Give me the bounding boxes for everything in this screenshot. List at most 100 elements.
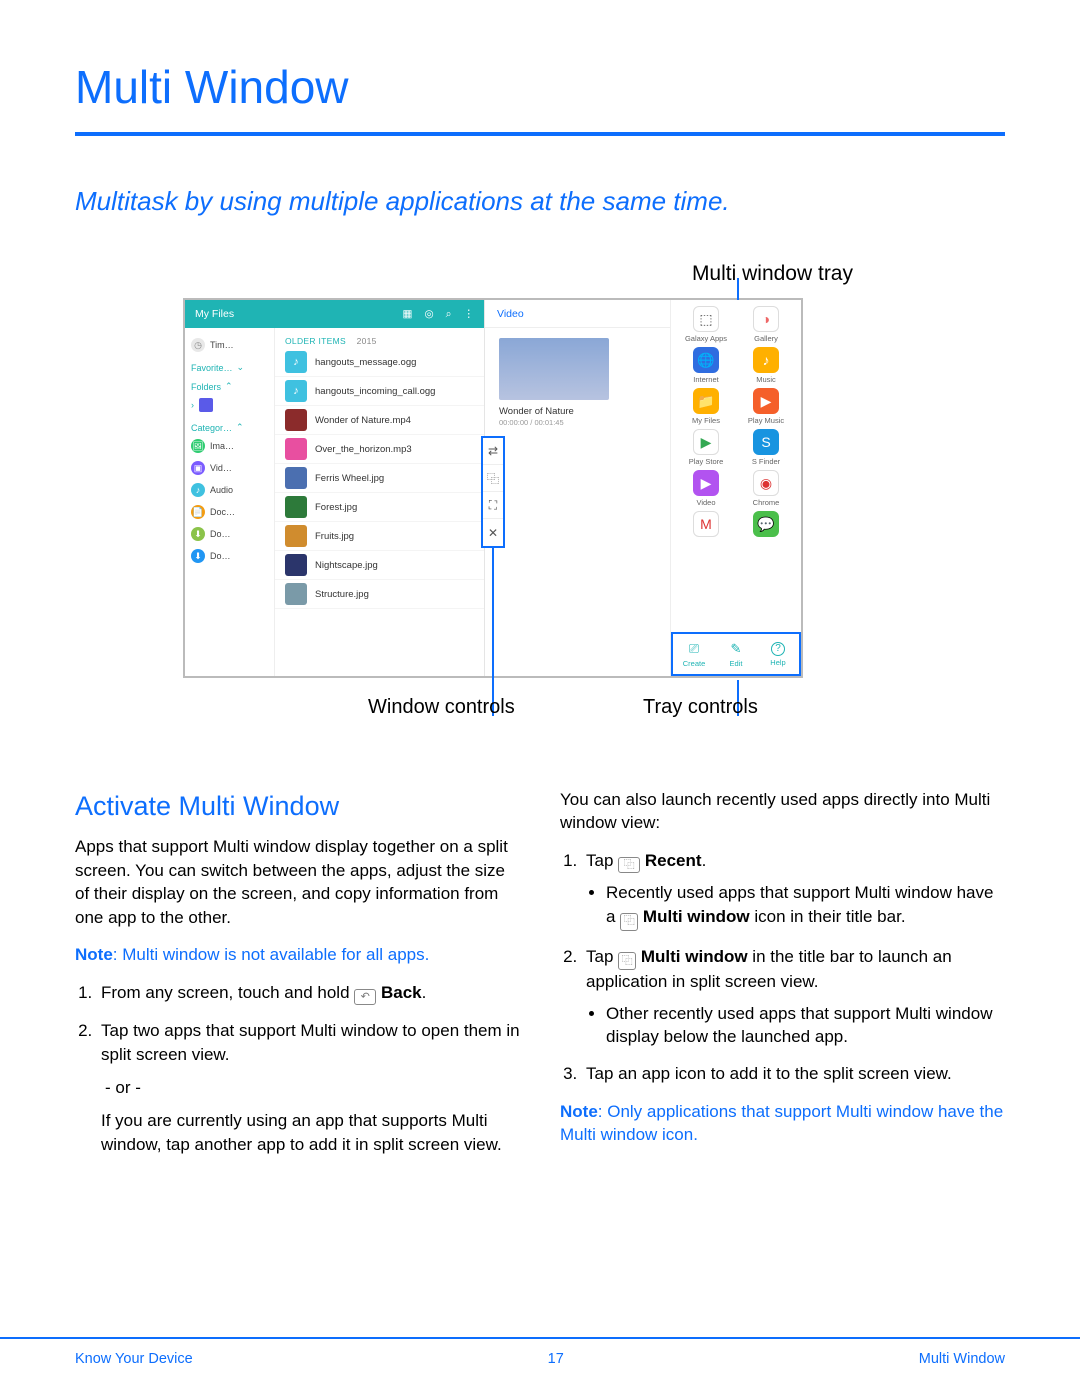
file-row[interactable]: Over_the_horizon.mp3	[275, 435, 484, 464]
myfiles-header-icons: ▦ ◎ ⌕ ⋮	[403, 308, 474, 321]
or-divider: - or -	[101, 1076, 520, 1099]
sidebar-recent-label: Tim…	[210, 340, 234, 350]
help-icon: ?	[771, 642, 785, 656]
footer-page-number: 17	[548, 1351, 564, 1367]
page-footer: Know Your Device 17 Multi Window	[0, 1337, 1080, 1397]
tray-app[interactable]: ♪Music	[737, 347, 795, 384]
file-name: Fruits.jpg	[315, 531, 354, 542]
sidebar-favorites-heading[interactable]: Favorite…⌄	[189, 356, 270, 375]
older-text: OLDER ITEMS	[285, 336, 346, 346]
sidebar-category-label: Doc…	[210, 507, 235, 517]
file-name: Ferris Wheel.jpg	[315, 473, 384, 484]
right-column: You can also launch recently used apps d…	[560, 788, 1005, 1170]
file-name: hangouts_incoming_call.ogg	[315, 386, 435, 397]
app-icon: ▶	[693, 470, 719, 496]
l1-suf: .	[422, 983, 427, 1002]
sidebar-category-item[interactable]: ▣Vid…	[189, 457, 270, 479]
sidebar-category-item[interactable]: ♪Audio	[189, 479, 270, 501]
tray-app[interactable]: 🌐Internet	[677, 347, 735, 384]
file-name: hangouts_message.ogg	[315, 357, 416, 368]
file-row[interactable]: Fruits.jpg	[275, 522, 484, 551]
r1-pre: Tap	[586, 851, 618, 870]
tray-app[interactable]: ▶Play Store	[677, 429, 735, 466]
device-screenshot: My Files ▦ ◎ ⌕ ⋮ ◷ Tim…	[183, 298, 803, 678]
sidebar-folders-heading[interactable]: Folders⌃	[189, 375, 270, 394]
target-icon[interactable]: ◎	[424, 308, 433, 321]
l1-prefix: From any screen, touch and hold	[101, 983, 354, 1002]
file-row[interactable]: ♪hangouts_incoming_call.ogg	[275, 377, 484, 406]
note-1: Note: Multi window is not available for …	[75, 943, 520, 966]
grid-icon[interactable]: ▦	[403, 308, 413, 321]
note-2-label: Note	[560, 1102, 598, 1121]
footer-left: Know Your Device	[75, 1351, 193, 1367]
wc-split-icon[interactable]: ⿻	[483, 465, 503, 492]
tray-help[interactable]: ? Help	[757, 634, 799, 674]
tray-app[interactable]: M	[677, 511, 735, 539]
video-header: Video	[485, 300, 670, 328]
file-row[interactable]: ♪hangouts_message.ogg	[275, 348, 484, 377]
r1b-b: icon in their title bar.	[750, 907, 906, 926]
search-icon[interactable]: ⌕	[446, 308, 452, 321]
myfiles-header: My Files ▦ ◎ ⌕ ⋮	[185, 300, 484, 328]
page-title: Multi Window	[75, 60, 1005, 114]
sidebar-category-item[interactable]: ⬇Do…	[189, 523, 270, 545]
myfiles-sidebar: ◷ Tim… Favorite…⌄ Folders⌃ ›	[185, 328, 275, 676]
sidebar-recent[interactable]: ◷ Tim…	[189, 334, 270, 356]
sidebar-category-item[interactable]: ⬇Do…	[189, 545, 270, 567]
left-column: Activate Multi Window Apps that support …	[75, 788, 520, 1170]
sidebar-category-label: Vid…	[210, 463, 232, 473]
sidebar-category-item[interactable]: 🖼Ima…	[189, 435, 270, 457]
tray-app[interactable]: ◉Chrome	[737, 470, 795, 507]
right-step-2-bullet: Other recently used apps that support Mu…	[606, 1002, 1005, 1049]
r2-bold: Multi window	[641, 947, 748, 966]
file-name: Nightscape.jpg	[315, 560, 378, 571]
app-label: Music	[756, 375, 776, 384]
myfiles-title: My Files	[195, 308, 234, 320]
title-rule	[75, 132, 1005, 136]
file-row[interactable]: Structure.jpg	[275, 580, 484, 609]
multi-window-tray: ⬚Galaxy Apps◑Gallery🌐Internet♪Music📁My F…	[671, 300, 801, 676]
sidebar-categories-label: Categor…	[191, 423, 232, 433]
video-thumbnail[interactable]	[499, 338, 609, 400]
app-icon: ◉	[753, 470, 779, 496]
note-2: Note: Only applications that support Mul…	[560, 1100, 1005, 1147]
more-icon[interactable]: ⋮	[464, 308, 475, 321]
tray-app[interactable]: SS Finder	[737, 429, 795, 466]
l1-bold: Back	[381, 983, 422, 1002]
l2-alt: If you are currently using an app that s…	[101, 1109, 520, 1156]
left-step-1: From any screen, touch and hold ↶ Back.	[97, 981, 520, 1006]
body-columns: Activate Multi Window Apps that support …	[75, 788, 1005, 1170]
multiwindow-icon-2: ⿻	[618, 952, 636, 970]
wc-expand-icon[interactable]: ⛶	[483, 492, 503, 519]
tray-edit[interactable]: ✎ Edit	[715, 634, 757, 674]
sidebar-category-item[interactable]: 📄Doc…	[189, 501, 270, 523]
tray-app[interactable]: 💬	[737, 511, 795, 539]
video-title: Wonder of Nature	[499, 406, 656, 417]
file-name: Structure.jpg	[315, 589, 369, 600]
tray-app[interactable]: ◑Gallery	[737, 306, 795, 343]
app-icon: 🌐	[693, 347, 719, 373]
sidebar-categories-heading[interactable]: Categor…⌃	[189, 416, 270, 435]
app-icon: 📁	[693, 388, 719, 414]
wc-swap-icon[interactable]: ⇄	[483, 438, 503, 465]
file-row[interactable]: Wonder of Nature.mp4	[275, 406, 484, 435]
file-list: OLDER ITEMS 2015 ♪hangouts_message.ogg♪h…	[275, 328, 484, 676]
wc-close-icon[interactable]: ✕	[483, 519, 503, 546]
pane-myfiles: My Files ▦ ◎ ⌕ ⋮ ◷ Tim…	[185, 300, 485, 676]
tray-app[interactable]: ▶Video	[677, 470, 735, 507]
tray-help-label: Help	[770, 658, 785, 667]
tray-app[interactable]: 📁My Files	[677, 388, 735, 425]
file-row[interactable]: Forest.jpg	[275, 493, 484, 522]
app-icon: ⬚	[693, 306, 719, 332]
older-items-label: OLDER ITEMS 2015	[275, 332, 484, 348]
file-row[interactable]: Nightscape.jpg	[275, 551, 484, 580]
l2-text: Tap two apps that support Multi window t…	[101, 1021, 520, 1063]
tray-create[interactable]: ⎚ Create	[673, 634, 715, 674]
sidebar-folder-item[interactable]: ›	[189, 394, 270, 416]
tray-app[interactable]: ⬚Galaxy Apps	[677, 306, 735, 343]
tray-app[interactable]: ▶Play Music	[737, 388, 795, 425]
note-1-text: : Multi window is not available for all …	[113, 945, 430, 964]
file-row[interactable]: Ferris Wheel.jpg	[275, 464, 484, 493]
recent-icon: ⿻	[618, 857, 640, 873]
tray-create-label: Create	[683, 659, 706, 668]
